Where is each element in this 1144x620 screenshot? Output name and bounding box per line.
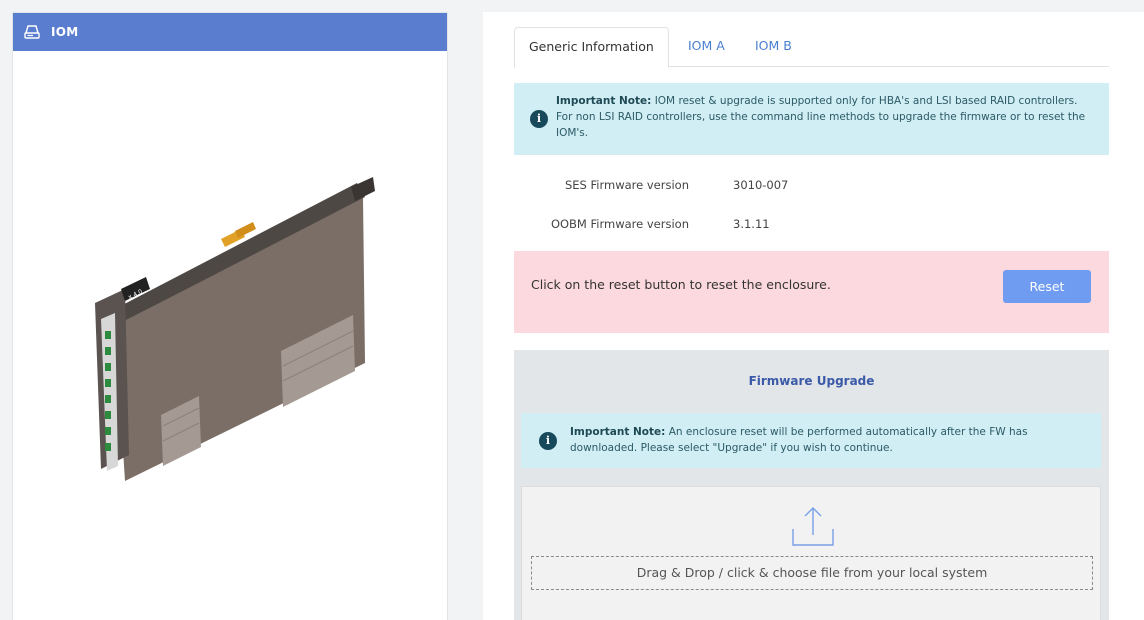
ses-firmware-value: 3010-007 bbox=[733, 178, 789, 192]
iom-module-image: x 4.0 bbox=[95, 177, 375, 481]
upgrade-note-heading: Important Note: bbox=[570, 426, 666, 438]
note-heading: Important Note: bbox=[556, 95, 652, 107]
upgrade-note-banner: i Important Note: An enclosure reset wil… bbox=[521, 413, 1101, 468]
reset-instruction: Click on the reset button to reset the e… bbox=[531, 277, 831, 292]
tab-iom-a[interactable]: IOM A bbox=[674, 27, 739, 67]
upload-icon bbox=[792, 507, 834, 546]
firmware-upgrade-section: Firmware Upgrade i Important Note: An en… bbox=[514, 350, 1109, 620]
file-upload-area[interactable]: Drag & Drop / click & choose file from y… bbox=[521, 486, 1101, 620]
iom-details-panel: Generic Information IOM A IOM B i Import… bbox=[483, 12, 1144, 620]
led bbox=[105, 331, 111, 339]
iom-panel-title: IOM bbox=[51, 25, 79, 39]
oobm-firmware-label: OOBM Firmware version bbox=[550, 217, 689, 231]
iom-panel-header: IOM bbox=[13, 13, 447, 51]
info-icon: i bbox=[530, 110, 548, 128]
reset-section: Click on the reset button to reset the e… bbox=[514, 251, 1109, 333]
tab-iom-b[interactable]: IOM B bbox=[741, 27, 806, 67]
firmware-upgrade-title: Firmware Upgrade bbox=[748, 374, 875, 388]
drive-icon bbox=[23, 23, 41, 41]
important-note-banner: i Important Note: IOM reset & upgrade is… bbox=[514, 83, 1109, 155]
info-icon: i bbox=[539, 432, 557, 450]
tab-bar: Generic Information IOM A IOM B bbox=[514, 27, 1109, 68]
iom-panel: IOM x 4.0 bbox=[12, 12, 448, 620]
drag-drop-zone[interactable]: Drag & Drop / click & choose file from y… bbox=[531, 556, 1093, 590]
ses-firmware-label: SES Firmware version bbox=[564, 178, 689, 192]
oobm-firmware-value: 3.1.11 bbox=[733, 217, 770, 231]
tab-generic-information[interactable]: Generic Information bbox=[514, 27, 669, 68]
reset-button[interactable]: Reset bbox=[1003, 270, 1091, 303]
